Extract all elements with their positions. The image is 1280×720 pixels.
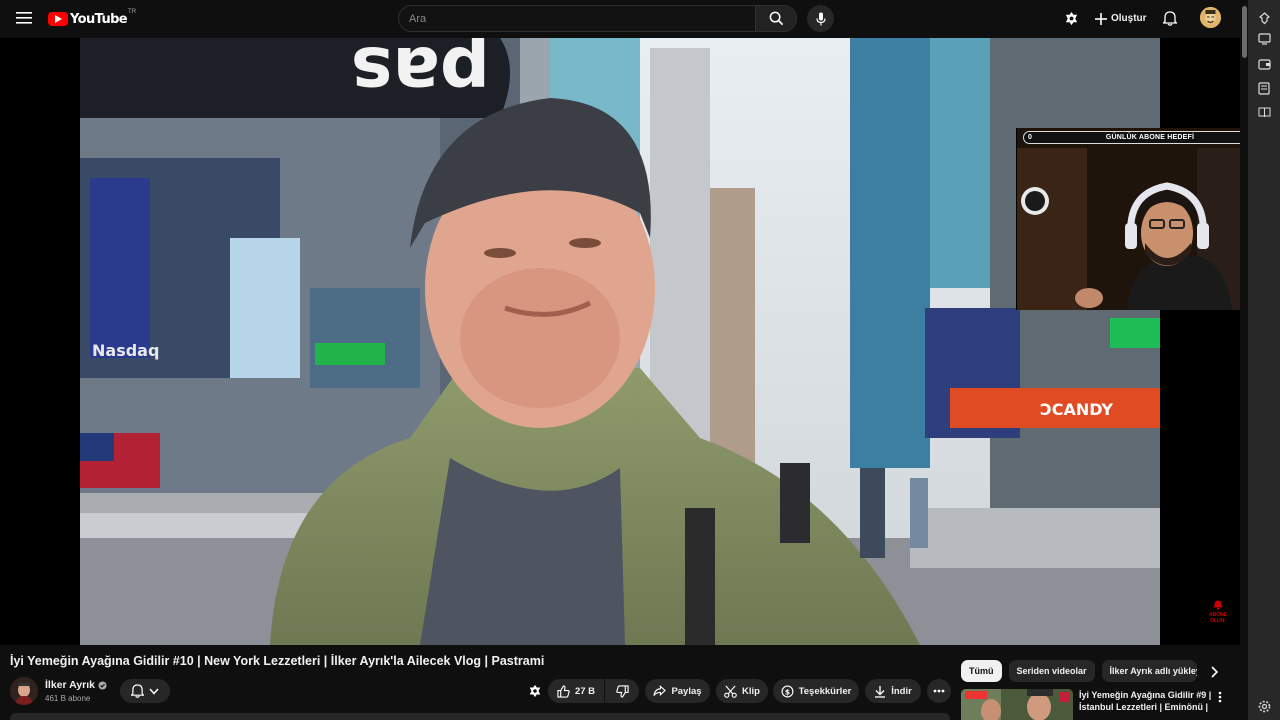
microphone-icon	[815, 12, 826, 25]
svg-text:Nasdaq: Nasdaq	[92, 341, 159, 360]
recommendation-thumbnail[interactable]	[961, 689, 1073, 720]
subscriber-goal-bar: 0 GÜNLÜK ABONE HEDEFİ 6	[1023, 131, 1277, 144]
like-count: 27 B	[574, 685, 596, 697]
clip-button[interactable]: Klip	[716, 679, 768, 703]
thumbs-up-icon	[557, 684, 570, 698]
notifications-button[interactable]	[1160, 8, 1180, 28]
subscribe-watermark[interactable]: ABONE OLUN!	[1203, 600, 1233, 628]
goal-title: GÜNLÜK ABONE HEDEFİ	[1105, 134, 1195, 141]
recommendation-title[interactable]: İyi Yemeğin Ayağına Gidilir #9 | İstanbu…	[1079, 689, 1217, 720]
video-player[interactable]: pas Nasdaq ƆCANDY	[80, 38, 1160, 645]
player-letterbox-left	[0, 38, 80, 645]
chip-all[interactable]: Tümü	[961, 660, 1002, 682]
reader-icon[interactable]	[1256, 104, 1272, 120]
chip-uploader[interactable]: İlker Ayrık adlı yükleyi	[1101, 660, 1197, 682]
svg-text:$: $	[785, 687, 790, 696]
scissors-icon	[724, 685, 737, 698]
studio-action-icon[interactable]	[528, 684, 542, 698]
logo-region: TR	[128, 9, 137, 15]
download-button[interactable]: İndir	[865, 679, 921, 703]
svg-text:pas: pas	[351, 38, 490, 113]
video-frame: pas Nasdaq ƆCANDY	[80, 38, 1160, 645]
bell-badge-icon	[1213, 600, 1223, 610]
search-icon	[769, 11, 783, 26]
download-label: İndir	[891, 685, 912, 697]
account-avatar[interactable]	[1200, 7, 1221, 28]
bell-icon	[1163, 10, 1177, 26]
masthead: YouTube TR Oluştur	[0, 0, 1248, 37]
youtube-logo[interactable]: YouTube TR	[48, 9, 136, 29]
studio-icon	[1065, 11, 1077, 25]
svg-text:ƆCANDY: ƆCANDY	[1040, 400, 1113, 419]
more-actions-button[interactable]	[927, 679, 951, 703]
extension-sidebar	[1248, 0, 1280, 720]
bookmark-icon[interactable]	[1256, 80, 1272, 96]
filter-chips: Tümü Seriden videolar İlker Ayrık adlı y…	[961, 660, 1197, 682]
menu-icon[interactable]	[12, 6, 36, 30]
download-icon	[875, 685, 886, 698]
chevron-right-icon	[1211, 666, 1219, 678]
chip-series[interactable]: Seriden videolar	[1008, 660, 1095, 682]
voice-search-button[interactable]	[807, 5, 834, 32]
search-input[interactable]	[409, 12, 755, 25]
share-label: Paylaş	[671, 685, 702, 697]
channel-avatar[interactable]	[10, 677, 38, 705]
verified-icon	[98, 680, 107, 690]
wallet-icon[interactable]	[1256, 56, 1272, 72]
settings-icon[interactable]	[1256, 698, 1272, 714]
more-vertical-icon	[1218, 691, 1222, 703]
super-thanks-icon: $	[781, 685, 794, 697]
chip-next-button[interactable]	[1206, 664, 1222, 680]
search-button[interactable]	[755, 5, 797, 32]
share-icon	[653, 685, 667, 696]
share-button[interactable]: Paylaş	[645, 679, 710, 703]
create-button[interactable]: Oluştur	[1089, 7, 1153, 30]
play-logo-icon	[48, 12, 68, 26]
tv-icon[interactable]	[1256, 31, 1272, 47]
page-scrollbar[interactable]	[1240, 0, 1248, 720]
like-button[interactable]: 27 B	[548, 679, 604, 703]
channel-name: İlker Ayrık	[45, 679, 96, 691]
badge-line-2: OLUN!	[1210, 618, 1226, 624]
subscription-bell-button[interactable]	[120, 679, 170, 703]
channel-name-link[interactable]: İlker Ayrık	[45, 679, 107, 691]
video-title: İyi Yemeğin Ayağına Gidilir #10 | New Yo…	[10, 654, 545, 668]
scrollbar-thumb[interactable]	[1242, 6, 1247, 58]
pin-icon[interactable]	[1256, 10, 1272, 26]
logo-text: YouTube	[70, 11, 128, 27]
thumbs-down-icon	[615, 684, 629, 698]
dislike-button[interactable]	[605, 679, 639, 703]
chevron-down-icon	[149, 688, 159, 695]
studio-button[interactable]	[1061, 8, 1081, 28]
search-box	[398, 5, 756, 32]
bell-icon	[131, 684, 144, 698]
clip-label: Klip	[742, 685, 760, 697]
subscriber-count: 461 B abone	[45, 694, 91, 703]
recommendation-menu-button[interactable]	[1218, 690, 1230, 704]
plus-icon	[1095, 12, 1107, 25]
thanks-label: Teşekkürler	[798, 685, 852, 697]
create-label: Oluştur	[1111, 13, 1147, 24]
thanks-button[interactable]: $ Teşekkürler	[773, 679, 859, 703]
more-horizontal-icon	[933, 689, 945, 693]
description-box[interactable]	[10, 713, 950, 720]
